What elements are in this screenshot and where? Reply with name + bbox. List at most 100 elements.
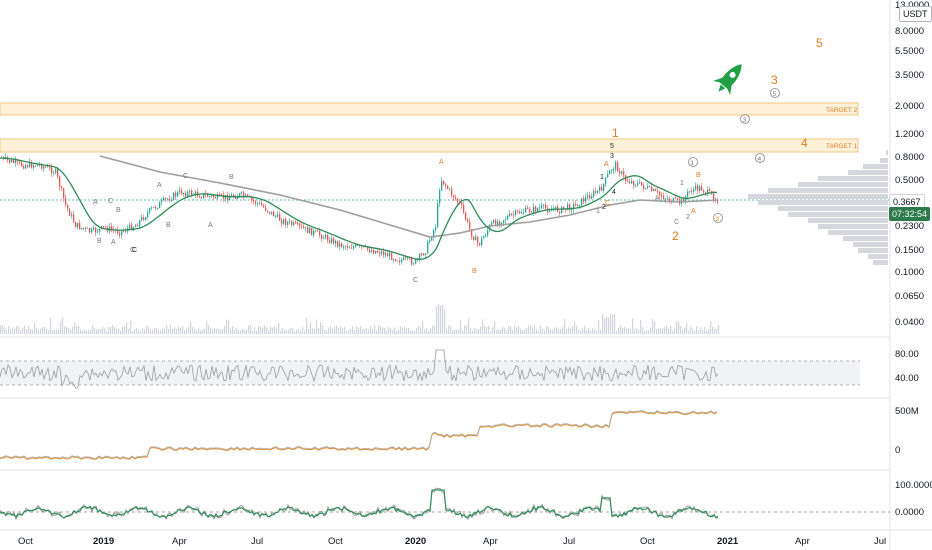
volume-bar bbox=[572, 326, 574, 334]
volume-bar bbox=[664, 326, 666, 334]
currency-button[interactable]: USDT bbox=[899, 6, 932, 22]
candle-body bbox=[123, 230, 125, 232]
wave-label: B bbox=[472, 268, 477, 275]
volume-bar bbox=[302, 326, 304, 334]
candle-body bbox=[295, 222, 297, 224]
volume-bar bbox=[18, 326, 20, 334]
volume-bar bbox=[648, 330, 650, 334]
candle-body bbox=[315, 230, 317, 232]
volume-bar bbox=[28, 325, 30, 334]
candle-body bbox=[217, 194, 219, 199]
wave-label: 3 bbox=[771, 73, 778, 87]
candle-body bbox=[263, 205, 265, 208]
volume-bar bbox=[434, 326, 436, 334]
volume-bar bbox=[288, 329, 290, 334]
volume-bar bbox=[402, 327, 404, 334]
volume-bar bbox=[524, 329, 526, 334]
wave-label: 1 bbox=[680, 180, 684, 187]
volume-bar bbox=[142, 327, 144, 334]
volume-bar bbox=[488, 325, 490, 334]
candle-body bbox=[687, 191, 689, 197]
time-axis-label: 2020 bbox=[405, 536, 426, 547]
volume-bar bbox=[616, 330, 618, 334]
volume-bar bbox=[544, 330, 546, 334]
volume-bar bbox=[212, 329, 214, 334]
volume-bar bbox=[210, 327, 212, 334]
candle-body bbox=[247, 194, 249, 197]
volume-bar bbox=[214, 328, 216, 334]
volume-bar bbox=[52, 330, 54, 334]
candle-body bbox=[435, 226, 437, 231]
volume-bar bbox=[160, 330, 162, 334]
volume-bar bbox=[620, 325, 622, 334]
volume-bar bbox=[542, 329, 544, 334]
candle-body bbox=[613, 169, 615, 171]
time-axis[interactable]: Oct 2019 Apr Jul Oct 2020 Apr Jul Oct 20… bbox=[18, 536, 886, 547]
volume-bar bbox=[382, 327, 384, 334]
volume-bar bbox=[546, 326, 548, 334]
volume-bar bbox=[400, 326, 402, 334]
wave-label: C bbox=[108, 198, 113, 205]
candle-body bbox=[505, 219, 507, 221]
wave-label: 3 bbox=[610, 153, 614, 160]
target-1-zone[interactable]: TARGET 1 bbox=[0, 138, 859, 153]
time-axis-label: Oct bbox=[328, 536, 343, 547]
price-chart[interactable]: TARGET 2 TARGET 1 1 2 3 4 5 A B C A B A … bbox=[0, 0, 932, 550]
volume-bar bbox=[64, 326, 66, 334]
volume-bar bbox=[22, 327, 24, 334]
volume-bar bbox=[568, 326, 570, 334]
volume-bar bbox=[186, 328, 188, 334]
volume-bar bbox=[454, 330, 456, 334]
candle-body bbox=[67, 204, 69, 209]
volume-bar bbox=[354, 330, 356, 334]
candle-body bbox=[77, 223, 79, 228]
volume-bar bbox=[404, 326, 406, 334]
volume-bar bbox=[100, 329, 102, 334]
volume-bar bbox=[338, 327, 340, 334]
candle-body bbox=[569, 204, 571, 211]
candle-body bbox=[571, 209, 573, 211]
candle-body bbox=[383, 251, 385, 255]
volume-bar bbox=[130, 320, 132, 334]
candle-body bbox=[307, 227, 309, 234]
volume-bar bbox=[178, 326, 180, 334]
candle-body bbox=[419, 253, 421, 259]
volume-bar bbox=[250, 325, 252, 334]
candle-body bbox=[537, 208, 539, 212]
candle-body bbox=[293, 222, 295, 226]
candle-body bbox=[283, 219, 285, 224]
candle-body bbox=[313, 230, 315, 236]
volume-bar bbox=[436, 306, 438, 334]
candle-body bbox=[437, 203, 439, 227]
volume-bar bbox=[564, 318, 566, 334]
volume-bar bbox=[128, 329, 130, 334]
target-2-zone[interactable]: TARGET 2 bbox=[0, 102, 859, 116]
volume-bar bbox=[84, 329, 86, 334]
wave-label: A bbox=[691, 208, 696, 215]
candle-body bbox=[583, 198, 585, 202]
price-axis[interactable]: 13.0000 8.0000 5.5000 3.5000 2.0000 1.20… bbox=[895, 0, 929, 328]
rocket-icon[interactable] bbox=[710, 57, 750, 99]
candle-body bbox=[355, 244, 357, 247]
candle-body bbox=[413, 263, 415, 265]
candle-body bbox=[561, 206, 563, 214]
candle-body bbox=[533, 206, 535, 213]
volume-bar bbox=[432, 325, 434, 334]
volume-bar bbox=[98, 329, 100, 334]
volume-bar bbox=[14, 328, 16, 334]
candle-body bbox=[481, 238, 483, 246]
volume-bar bbox=[464, 325, 466, 334]
volume-profile-bar bbox=[818, 176, 888, 181]
volume-bar bbox=[550, 329, 552, 334]
candle-body bbox=[399, 260, 401, 263]
volume-bar bbox=[60, 321, 62, 334]
volume-bar bbox=[662, 328, 664, 334]
candle-body bbox=[91, 228, 93, 233]
volume-bar bbox=[472, 330, 474, 334]
candle-body bbox=[445, 184, 447, 187]
candle-body bbox=[259, 202, 261, 204]
volume-bar bbox=[352, 326, 354, 334]
volume-bar bbox=[476, 329, 478, 334]
candle-body bbox=[303, 226, 305, 229]
volume-profile-bar bbox=[873, 260, 888, 265]
